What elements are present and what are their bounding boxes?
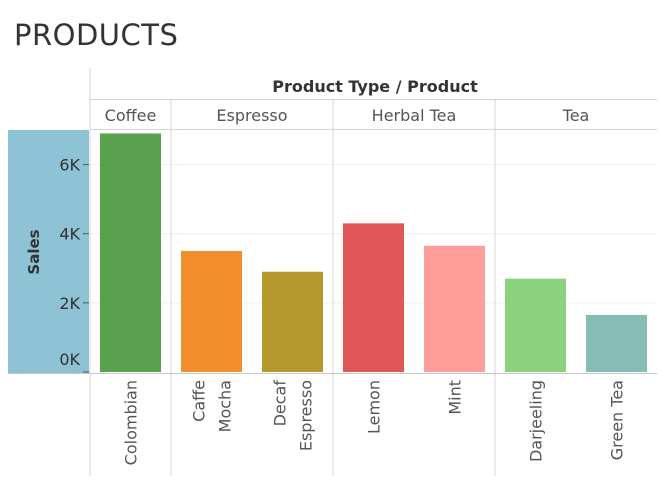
y-tick-label: 0K [59,350,80,369]
column-header: Product Type / Product [272,77,478,96]
y-tick-label: 6K [59,156,80,175]
product-label: Darjeeling [527,380,546,462]
group-label: Coffee [105,106,157,125]
product-label: Colombian [122,380,141,465]
product-labels: Colombian Caffe Mocha Decaf Espresso Lemon Min… [122,380,627,466]
bar [262,271,323,372]
product-label: Mocha [216,380,235,432]
product-label: Decaf [271,380,290,427]
bar [343,223,404,372]
bars [100,133,647,372]
group-label: Espresso [216,106,287,125]
product-label: Caffe [190,380,209,422]
bar [181,251,242,372]
bar [424,245,485,372]
group-labels: Coffee Espresso Herbal Tea Tea [105,106,590,125]
product-label: Green Tea [608,380,627,460]
y-tick-label: 4K [59,225,80,244]
bar [100,133,161,372]
group-label: Tea [562,106,590,125]
product-label: Espresso [297,380,316,451]
group-label: Herbal Tea [372,106,457,125]
chart: 6K 4K 2K 0K Product Type / Product Coffee Es… [8,68,657,476]
bar [586,314,647,372]
y-axis-label: Sales [25,229,43,274]
y-tick-label: 2K [59,294,80,313]
product-label: Mint [446,380,465,415]
product-label: Lemon [365,380,384,434]
bar [505,278,566,372]
